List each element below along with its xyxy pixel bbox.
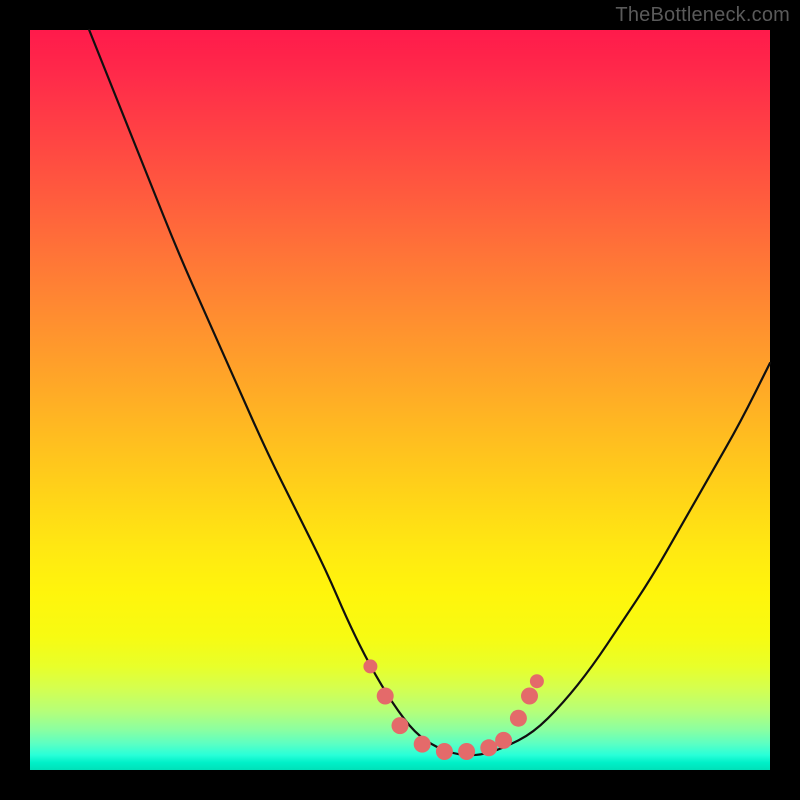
curve-layer xyxy=(89,30,770,755)
marker-dot xyxy=(392,717,409,734)
marker-dot xyxy=(495,732,512,749)
bottleneck-curve xyxy=(89,30,770,755)
marker-dot xyxy=(377,688,394,705)
marker-dot xyxy=(458,743,475,760)
chart-svg xyxy=(30,30,770,770)
plot-area xyxy=(30,30,770,770)
marker-dot xyxy=(436,743,453,760)
marker-dot xyxy=(530,674,544,688)
marker-dot xyxy=(363,659,377,673)
marker-dot xyxy=(510,710,527,727)
marker-dot xyxy=(521,688,538,705)
chart-frame: TheBottleneck.com xyxy=(0,0,800,800)
marker-dot xyxy=(414,736,431,753)
markers-layer xyxy=(363,659,544,760)
marker-dot xyxy=(480,739,497,756)
watermark-text: TheBottleneck.com xyxy=(615,4,790,27)
